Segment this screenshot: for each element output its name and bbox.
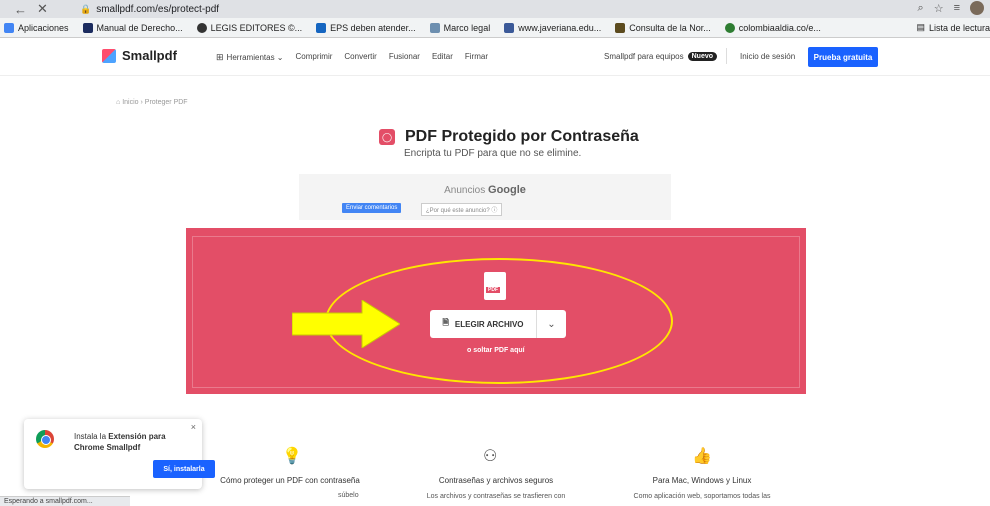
new-badge: Nuevo (687, 52, 718, 61)
apps-grid-icon (4, 22, 14, 33)
feature-desc: Como aplicación web, soportamos todas la… (633, 493, 771, 500)
toolbar-right: ⌕ ☆ ≡ (918, 1, 984, 15)
star-icon[interactable]: ☆ (934, 2, 944, 15)
smallpdf-logo[interactable]: Smallpdf (102, 48, 177, 63)
bookmark-favicon-icon (615, 22, 626, 33)
chrome-icon (36, 430, 54, 448)
bookmark-favicon-icon (429, 22, 440, 33)
bookmark-favicon-icon (724, 22, 735, 33)
zoom-icon[interactable]: ⌕ (918, 2, 924, 15)
menu-fusionar[interactable]: Fusionar (389, 52, 420, 63)
menu-firmar[interactable]: Firmar (465, 52, 488, 63)
shield-icon: ◯ (379, 129, 395, 145)
smallpdf-logo-icon (102, 48, 116, 63)
google-logo: Google (488, 184, 526, 196)
home-icon: ⌂ (116, 99, 121, 106)
chevron-down-icon: ⌄ (276, 53, 284, 62)
breadcrumb-home[interactable]: Inicio (122, 99, 138, 106)
bookmark-item[interactable]: Marco legal (429, 22, 490, 33)
feature-desc: Los archivos y contraseñas se trasfieren… (426, 493, 566, 500)
free-trial-button[interactable]: Prueba gratuita (808, 47, 878, 67)
globe-icon (196, 22, 207, 33)
ribbon-icon: ⚇ (483, 448, 498, 465)
send-feedback-button[interactable]: Enviar comentarios (342, 203, 402, 213)
reload-icon[interactable]: ✕ (37, 1, 48, 17)
profile-avatar[interactable] (970, 1, 984, 15)
page-subtitle: Encripta tu PDF para que no se elimine. (404, 148, 582, 159)
grid-icon: ⊞ (216, 52, 224, 62)
teams-link[interactable]: Smallpdf para equipos Nuevo (604, 52, 718, 61)
info-icon: ⓘ (491, 208, 498, 214)
url-text: smallpdf.com/es/protect-pdf (96, 3, 220, 15)
breadcrumb: ⌂ Inicio › Proteger PDF (116, 99, 188, 106)
feature-title: Cómo proteger un PDF con contraseña (220, 476, 360, 485)
lock-icon: 🔒 (80, 3, 92, 14)
extension-text: Instala la Extensión para Chrome Smallpd… (74, 432, 166, 452)
status-bar: Esperando a smallpdf.com... (0, 496, 130, 506)
yellow-arrow-icon (292, 300, 400, 348)
menu-herramientas[interactable]: ⊞ Herramientas ⌄ (216, 52, 284, 63)
bookmark-item[interactable]: www.javeriana.edu... (504, 22, 601, 33)
address-bar[interactable]: 🔒 smallpdf.com/es/protect-pdf (80, 2, 860, 16)
lightbulb-icon: 💡 (282, 448, 302, 465)
site-header: Smallpdf ⊞ Herramientas ⌄ Comprimir Conve… (0, 38, 990, 76)
why-this-ad-button[interactable]: ¿Por qué este anuncio? ⓘ (421, 203, 503, 216)
breadcrumb-current: Proteger PDF (144, 99, 188, 106)
bookmark-favicon-icon (316, 22, 327, 33)
login-link[interactable]: Inicio de sesión (740, 52, 795, 61)
menu-convertir[interactable]: Convertir (344, 52, 376, 63)
reading-list-icon: ▤ (916, 22, 925, 32)
bookmark-apps[interactable]: Aplicaciones (4, 22, 69, 33)
breadcrumb-separator: › (140, 99, 143, 106)
ad-label: Anuncios Google (444, 184, 526, 196)
reading-list[interactable]: ▤ Lista de lectura (910, 22, 990, 33)
bookmarks-bar: Aplicaciones Manual de Derecho... LEGIS … (0, 18, 990, 38)
bookmark-item[interactable]: Consulta de la Nor... (615, 22, 711, 33)
back-icon[interactable]: ← (14, 2, 27, 17)
bookmark-item[interactable]: EPS deben atender... (316, 22, 416, 33)
menu-editar[interactable]: Editar (432, 52, 453, 63)
feature-desc: súbelo (338, 492, 359, 499)
page-title: PDF Protegido por Contraseña (405, 128, 639, 145)
feature-title: Para Mac, Windows y Linux (652, 476, 752, 485)
bookmark-favicon-icon (504, 22, 515, 33)
main-menu: ⊞ Herramientas ⌄ Comprimir Convertir Fusi… (216, 52, 488, 63)
reading-list-icon[interactable]: ≡ (954, 2, 960, 14)
browser-toolbar: ← ✕ 🔒 smallpdf.com/es/protect-pdf ⌕ ☆ ≡ (0, 0, 990, 18)
nav-controls: ← ✕ (0, 1, 70, 17)
feature-title: Contraseñas y archivos seguros (438, 476, 554, 485)
page-title-row: ◯ PDF Protegido por Contraseña (379, 128, 639, 146)
ad-banner: Anuncios Google Enviar comentarios ¿Por … (299, 174, 671, 220)
extension-popup: Instala la Extensión para Chrome Smallpd… (24, 419, 215, 489)
thumbs-up-icon: 👍 (692, 448, 712, 465)
bookmark-favicon-icon (82, 22, 93, 33)
bookmark-item[interactable]: colombiaaldia.co/e... (724, 22, 821, 33)
menu-comprimir[interactable]: Comprimir (296, 52, 333, 63)
bookmark-item[interactable]: Manual de Derecho... (82, 22, 183, 33)
header-divider (726, 48, 727, 64)
bookmark-item[interactable]: LEGIS EDITORES ©... (196, 22, 302, 33)
close-icon[interactable]: × (191, 422, 196, 432)
